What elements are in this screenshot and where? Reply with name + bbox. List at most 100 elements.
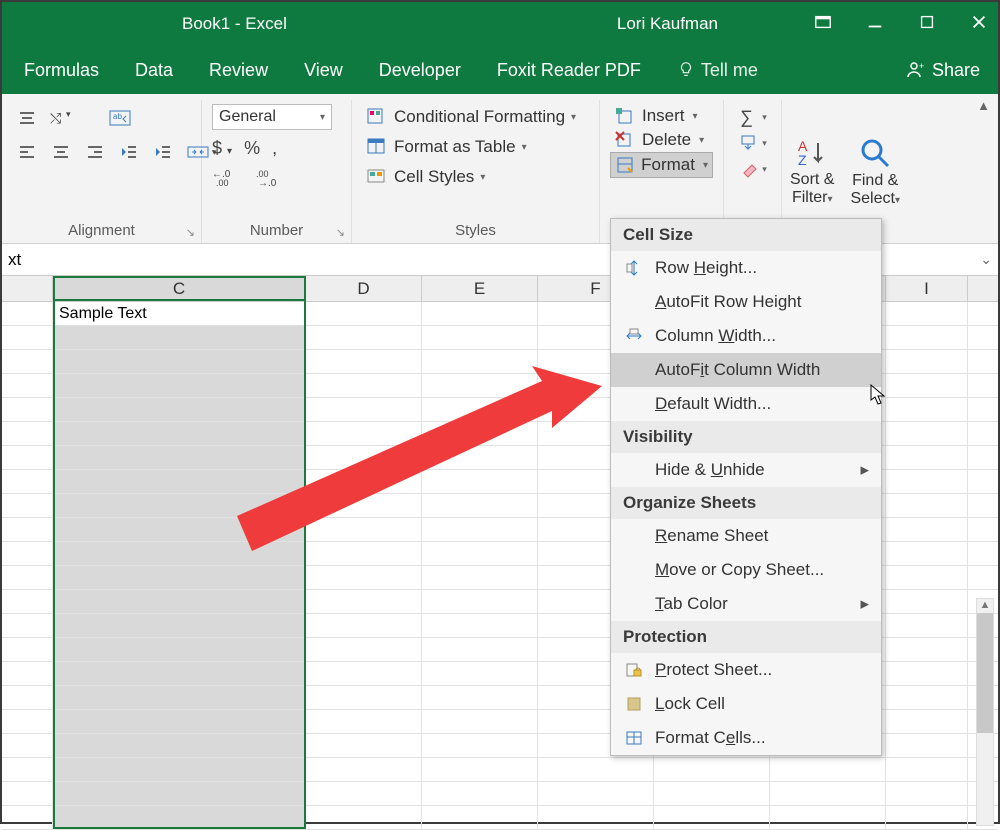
grid-cell[interactable] (2, 302, 53, 325)
fill-icon[interactable]: ▾ (734, 130, 771, 156)
grid-cell[interactable] (2, 542, 53, 565)
grid-cell[interactable] (2, 470, 53, 493)
grid-cell[interactable] (306, 302, 422, 325)
grid-cell[interactable] (53, 590, 306, 613)
grid-cell[interactable] (422, 686, 538, 709)
grid-cell[interactable] (306, 734, 422, 757)
grid-cell[interactable] (53, 758, 306, 781)
grid-cell[interactable] (53, 662, 306, 685)
grid-cell[interactable] (2, 590, 53, 613)
align-middle-icon[interactable] (12, 104, 42, 132)
grid-cell[interactable] (2, 662, 53, 685)
grid-cell[interactable] (422, 326, 538, 349)
grid-cell[interactable] (306, 614, 422, 637)
grid-cell[interactable] (53, 614, 306, 637)
grid-cell[interactable] (770, 806, 886, 829)
currency-button[interactable]: $ ▾ (212, 138, 232, 159)
grid-cell[interactable] (2, 518, 53, 541)
grid-cell[interactable] (538, 782, 654, 805)
grid-cell[interactable] (886, 542, 968, 565)
grid-cell[interactable] (886, 614, 968, 637)
menu-protect-sheet[interactable]: Protect Sheet... (611, 653, 881, 687)
scrollbar-thumb[interactable] (977, 613, 993, 733)
grid-cell[interactable] (422, 734, 538, 757)
grid-cell[interactable] (886, 302, 968, 325)
grid-cell[interactable] (886, 758, 968, 781)
grid-cell[interactable] (2, 326, 53, 349)
grid-cell[interactable] (2, 638, 53, 661)
grid-cell[interactable] (654, 782, 770, 805)
grid-cell[interactable] (2, 686, 53, 709)
menu-autofit-column-width[interactable]: AutoFit Column Width (611, 353, 881, 387)
close-icon[interactable] (970, 13, 988, 36)
grid-cell[interactable] (886, 518, 968, 541)
menu-lock-cell[interactable]: Lock Cell (611, 687, 881, 721)
menu-rename-sheet[interactable]: Rename Sheet (611, 519, 881, 553)
grid-cell[interactable] (53, 566, 306, 589)
grid-cell[interactable] (654, 806, 770, 829)
grid-cell[interactable] (886, 590, 968, 613)
grid-cell[interactable] (306, 566, 422, 589)
menu-format-cells[interactable]: Format Cells... (611, 721, 881, 755)
grid-cell[interactable] (306, 758, 422, 781)
grid-cell[interactable] (306, 710, 422, 733)
expand-formula-bar-icon[interactable]: ⌄ (980, 251, 992, 268)
tab-view[interactable]: View (304, 60, 343, 81)
menu-default-width[interactable]: Default Width... (611, 387, 881, 421)
grid-cell[interactable] (886, 734, 968, 757)
grid-cell[interactable] (886, 566, 968, 589)
grid-cell[interactable] (2, 710, 53, 733)
grid-cell[interactable] (422, 710, 538, 733)
column-header[interactable]: C (53, 276, 306, 301)
grid-cell[interactable] (422, 662, 538, 685)
grid-cell[interactable] (306, 782, 422, 805)
vertical-scrollbar[interactable]: ▲ (976, 598, 994, 826)
grid-cell[interactable] (654, 758, 770, 781)
grid-cell[interactable] (2, 494, 53, 517)
column-header[interactable] (2, 276, 53, 301)
grid-cell[interactable] (2, 758, 53, 781)
ribbon-display-options-icon[interactable] (814, 13, 832, 36)
grid-cell[interactable] (886, 686, 968, 709)
minimize-icon[interactable] (866, 13, 884, 36)
grid-cell[interactable] (306, 806, 422, 829)
grid-cell[interactable] (422, 302, 538, 325)
grid-cell[interactable] (886, 350, 968, 373)
grid-cell[interactable] (422, 638, 538, 661)
column-header[interactable]: I (886, 276, 968, 301)
grid-cell[interactable] (538, 758, 654, 781)
grid-cell[interactable] (53, 638, 306, 661)
menu-autofit-row-height[interactable]: AutoFit Row Height (611, 285, 881, 319)
grid-cell[interactable] (422, 782, 538, 805)
grid-cell[interactable] (53, 806, 306, 829)
decrease-decimal-icon[interactable]: .00→.0 (256, 167, 286, 192)
clear-icon[interactable]: ▾ (734, 156, 771, 182)
share-button[interactable]: + Share (904, 60, 980, 81)
grid-cell[interactable] (2, 398, 53, 421)
grid-cell[interactable] (2, 806, 53, 829)
grid-cell[interactable] (53, 782, 306, 805)
grid-cell[interactable] (53, 326, 306, 349)
format-as-table-button[interactable]: Format as Table▾ (362, 134, 589, 160)
grid-cell[interactable] (2, 782, 53, 805)
autosum-icon[interactable]: ∑▾ (734, 104, 771, 130)
grid-cell[interactable] (886, 782, 968, 805)
wrap-text-icon[interactable]: ab (104, 104, 138, 132)
tab-formulas[interactable]: Formulas (24, 60, 99, 81)
tell-me-search[interactable]: Tell me (677, 60, 758, 81)
align-right-icon[interactable] (80, 138, 110, 166)
grid-cell[interactable] (2, 374, 53, 397)
grid-cell[interactable] (422, 590, 538, 613)
grid-cell[interactable] (2, 446, 53, 469)
decrease-indent-icon[interactable] (114, 138, 144, 166)
menu-row-height[interactable]: Row Height... (611, 251, 881, 285)
grid-cell[interactable] (306, 590, 422, 613)
grid-cell[interactable] (2, 734, 53, 757)
tab-data[interactable]: Data (135, 60, 173, 81)
orientation-icon[interactable]: ⤭▾ (46, 104, 80, 132)
align-center-icon[interactable] (46, 138, 76, 166)
grid-cell[interactable]: Sample Text (53, 302, 306, 325)
grid-cell[interactable] (770, 782, 886, 805)
increase-decimal-icon[interactable]: ←.0.00 (212, 167, 242, 192)
grid-cell[interactable] (2, 422, 53, 445)
